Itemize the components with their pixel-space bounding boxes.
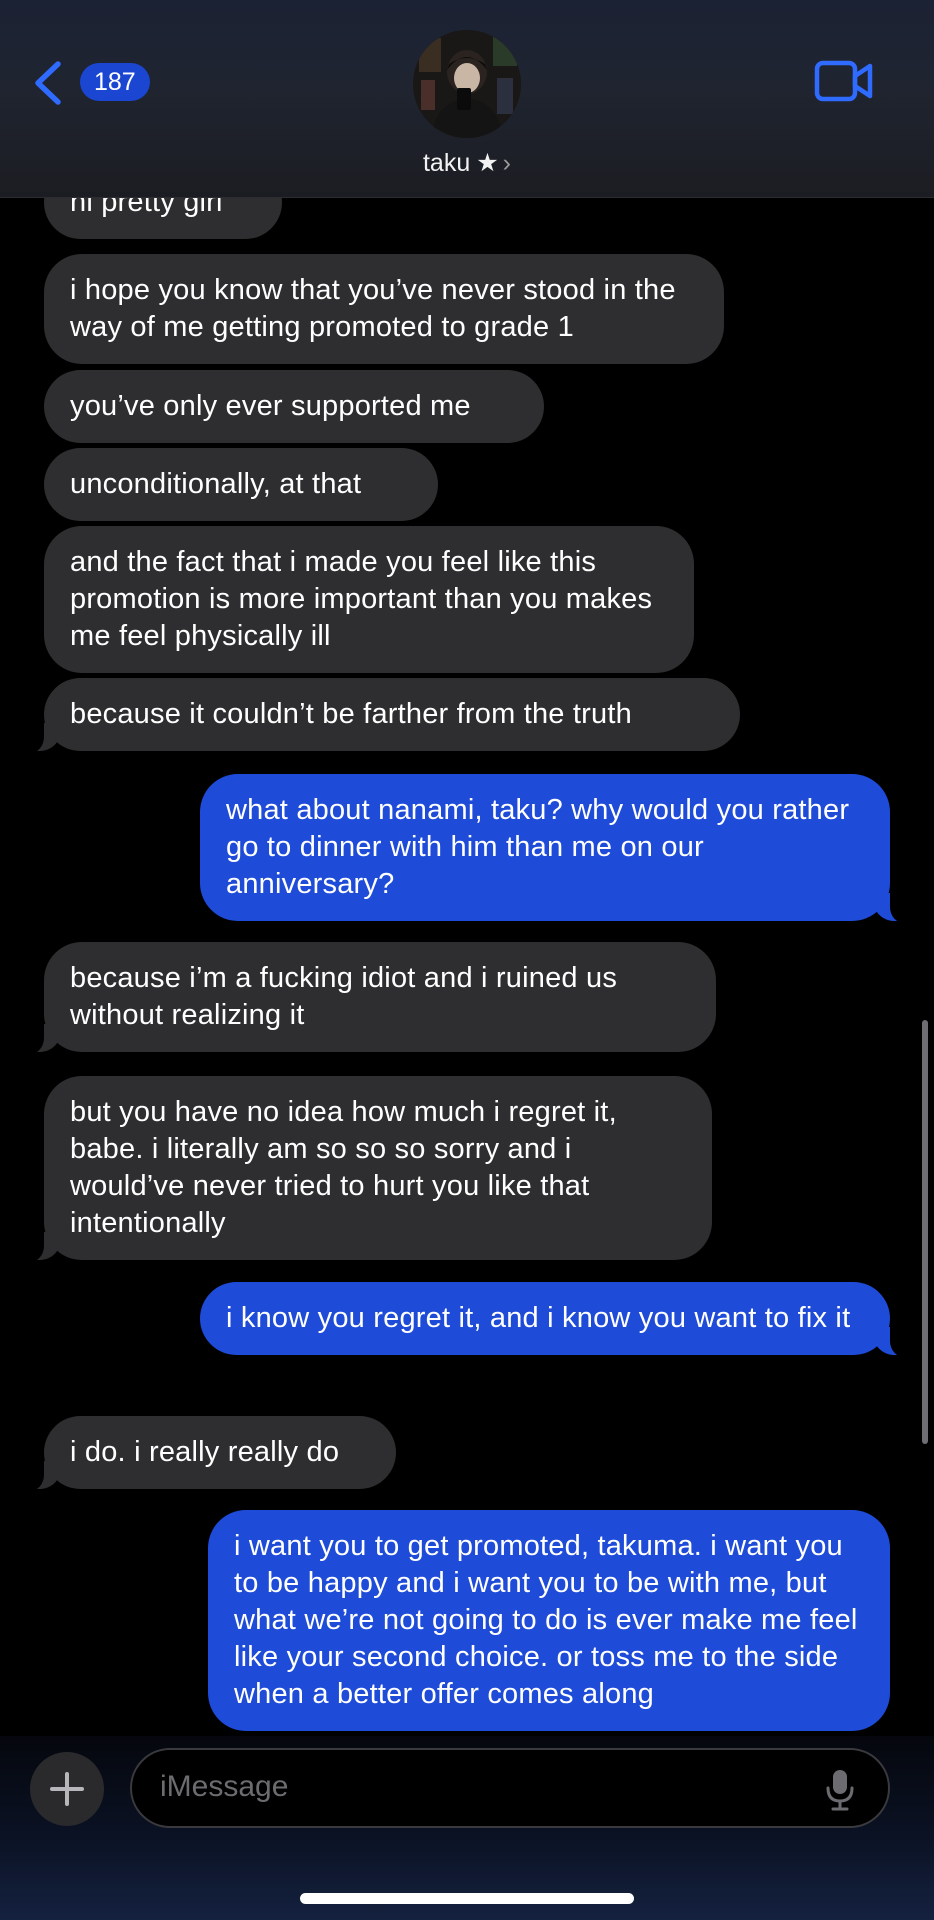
contact-name-button[interactable]: taku ★ › (0, 148, 934, 178)
message-thread[interactable]: hi pretty girl i hope you know that you’… (0, 0, 934, 1736)
back-button[interactable]: 187 (30, 56, 160, 108)
message-text: unconditionally, at that (70, 468, 362, 500)
imessage-input[interactable]: iMessage (130, 1748, 890, 1828)
message-bubble-received[interactable]: unconditionally, at that (44, 448, 438, 521)
message-text: what about nanami, taku? why would you r… (226, 794, 850, 900)
avatar-image (413, 30, 521, 138)
message-bubble-received[interactable]: you’ve only ever supported me (44, 370, 544, 443)
input-placeholder: iMessage (160, 1770, 289, 1803)
conversation-header: 187 taku ★ › (0, 0, 934, 198)
contact-avatar[interactable] (413, 30, 521, 138)
message-text: but you have no idea how much i regret i… (70, 1096, 617, 1239)
message-text: and the fact that i made you feel like t… (70, 546, 653, 652)
contact-name: taku (422, 149, 471, 177)
scrollbar[interactable] (922, 1020, 928, 1444)
chevron-left-icon (35, 61, 61, 105)
message-bubble-received[interactable]: but you have no idea how much i regret i… (22, 1076, 712, 1262)
message-bubble-sent[interactable]: i want you to get promoted, takuma. i wa… (208, 1510, 890, 1731)
message-text: because i’m a fucking idiot and i ruined… (70, 962, 618, 1031)
chevron-right-icon: › (502, 149, 511, 177)
message-text: i do. i really really do (70, 1436, 340, 1468)
message-text: i know you regret it, and i know you wan… (226, 1302, 851, 1334)
add-attachment-button[interactable] (30, 1752, 104, 1826)
message-bubble-received[interactable]: because i’m a fucking idiot and i ruined… (22, 942, 716, 1054)
video-call-button[interactable] (814, 58, 874, 104)
message-text: you’ve only ever supported me (70, 390, 471, 422)
plus-icon (65, 1772, 69, 1806)
message-bubble-received[interactable]: because it couldn’t be farther from the … (22, 678, 740, 753)
microphone-icon[interactable] (824, 1768, 856, 1812)
unread-count-badge: 187 (80, 63, 150, 101)
message-composer: iMessage (0, 1736, 934, 1920)
home-indicator[interactable] (300, 1893, 634, 1904)
message-text: because it couldn’t be farther from the … (70, 698, 632, 730)
message-bubble-received[interactable]: i hope you know that you’ve never stood … (44, 254, 724, 364)
message-text: i hope you know that you’ve never stood … (70, 274, 676, 343)
video-camera-icon (814, 60, 873, 102)
message-text: i want you to get promoted, takuma. i wa… (234, 1530, 858, 1710)
message-bubble-received[interactable]: and the fact that i made you feel like t… (44, 526, 694, 673)
message-bubble-received[interactable]: i do. i really really do (22, 1416, 396, 1491)
message-bubble-sent[interactable]: i know you regret it, and i know you wan… (200, 1282, 912, 1357)
star-icon: ★ (476, 149, 499, 177)
message-bubble-sent[interactable]: what about nanami, taku? why would you r… (200, 774, 912, 923)
